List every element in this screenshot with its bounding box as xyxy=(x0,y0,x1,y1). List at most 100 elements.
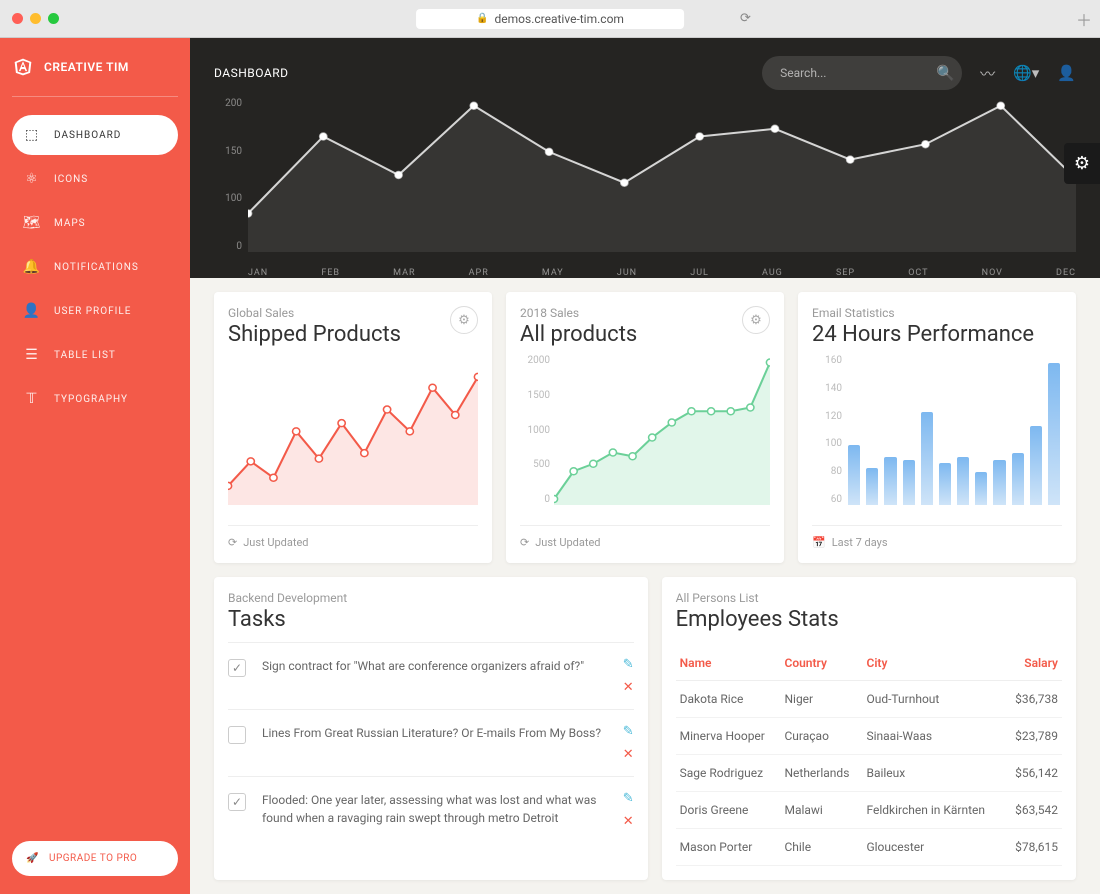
new-tab-button[interactable]: ＋ xyxy=(1076,7,1092,31)
task-checkbox[interactable] xyxy=(228,793,246,811)
table-header: City xyxy=(862,646,1004,681)
task-row: Sign contract for "What are conference o… xyxy=(228,642,634,709)
bar xyxy=(993,460,1005,505)
bar xyxy=(1048,363,1060,506)
search-box[interactable]: 🔍 xyxy=(762,56,962,90)
globe-icon[interactable]: 🌐▾ xyxy=(1013,64,1039,82)
card-overline: Global Sales xyxy=(228,306,401,320)
sidebar-nav: ⬚DASHBOARD⚛ICONS 🗺 MAPS 🔔NOTIFICATIONS 👤 USER… xyxy=(12,115,178,419)
close-window-icon[interactable] xyxy=(12,13,23,24)
bar xyxy=(884,457,896,505)
nav-icon: ⚛ xyxy=(24,171,40,187)
table-cell: Baileux xyxy=(862,755,1004,792)
table-row: Mason PorterChileGloucester$78,615 xyxy=(676,829,1062,866)
sidebar-item-maps[interactable]: 🗺 MAPS xyxy=(12,203,178,243)
nav-label: USER PROFILE xyxy=(54,306,131,317)
bar xyxy=(848,445,860,505)
delete-icon[interactable]: ✕ xyxy=(623,747,634,762)
table-header: Name xyxy=(676,646,781,681)
table-row: Dakota RiceNigerOud-Turnhout$36,738 xyxy=(676,681,1062,718)
upgrade-label: UPGRADE TO PRO xyxy=(49,853,137,864)
activity-icon[interactable]: 〰 xyxy=(980,63,995,84)
task-checkbox[interactable] xyxy=(228,659,246,677)
card-tasks: Backend Development Tasks Sign contract … xyxy=(214,577,648,880)
nav-icon: 👤 xyxy=(24,303,40,319)
url-bar[interactable]: 🔒 demos.creative-tim.com xyxy=(416,9,684,29)
card-overline: Email Statistics xyxy=(812,306,1062,320)
table-cell: Doris Greene xyxy=(676,792,781,829)
rocket-icon: 🚀 xyxy=(26,853,39,864)
sidebar-item-notifications[interactable]: 🔔NOTIFICATIONS xyxy=(12,247,178,287)
sidebar-item-icons[interactable]: ⚛ICONS xyxy=(12,159,178,199)
card-title: All products xyxy=(520,322,637,347)
sidebar-item-typography[interactable]: 𝕋 TYPOGRAPHY xyxy=(12,379,178,419)
card-overline: All Persons List xyxy=(676,591,1062,605)
table-row: Minerva HooperCuraçaoSinaai-Waas$23,789 xyxy=(676,718,1062,755)
delete-icon[interactable]: ✕ xyxy=(623,680,634,695)
card-overline: 2018 Sales xyxy=(520,306,637,320)
nav-label: MAPS xyxy=(54,218,86,229)
gear-icon[interactable]: ⚙ xyxy=(742,306,770,334)
search-icon[interactable]: 🔍 xyxy=(936,64,955,82)
nav-icon: ☰ xyxy=(24,347,40,363)
lock-icon: 🔒 xyxy=(476,13,488,24)
card-title: Shipped Products xyxy=(228,322,401,347)
table-cell: Malawi xyxy=(780,792,862,829)
card-title: Employees Stats xyxy=(676,607,1062,632)
table-cell: $78,615 xyxy=(1005,829,1062,866)
task-row: Flooded: One year later, assessing what … xyxy=(228,776,634,843)
nav-icon: ⬚ xyxy=(24,127,40,143)
table-cell: $23,789 xyxy=(1005,718,1062,755)
topbar: DASHBOARD 🔍 〰 🌐▾ 👤 2001501000 JANFEBMARA… xyxy=(190,38,1100,278)
table-row: Sage RodriguezNetherlandsBaileux$56,142 xyxy=(676,755,1062,792)
settings-float-button[interactable]: ⚙ xyxy=(1064,143,1100,184)
sidebar: CREATIVE TIM ⬚DASHBOARD⚛ICONS 🗺 MAPS 🔔NOTIF… xyxy=(0,38,190,894)
card-all-products: 2018 Sales All products ⚙ 20001500100050… xyxy=(506,292,784,563)
nav-icon: 𝕋 xyxy=(24,391,40,407)
nav-label: TYPOGRAPHY xyxy=(54,394,128,405)
calendar-icon: 📅 xyxy=(812,536,826,549)
table-header: Salary xyxy=(1005,646,1062,681)
sidebar-item-table-list[interactable]: ☰TABLE LIST xyxy=(12,335,178,375)
table-cell: Gloucester xyxy=(862,829,1004,866)
table-header: Country xyxy=(780,646,862,681)
minimize-window-icon[interactable] xyxy=(30,13,41,24)
sidebar-item-dashboard[interactable]: ⬚DASHBOARD xyxy=(12,115,178,155)
table-cell: Sage Rodriguez xyxy=(676,755,781,792)
task-checkbox[interactable] xyxy=(228,726,246,744)
brand[interactable]: CREATIVE TIM xyxy=(12,56,178,97)
table-cell: Chile xyxy=(780,829,862,866)
table-cell: Oud-Turnhout xyxy=(862,681,1004,718)
angular-logo-icon xyxy=(12,56,34,78)
table-cell: $36,738 xyxy=(1005,681,1062,718)
delete-icon[interactable]: ✕ xyxy=(623,814,634,829)
edit-icon[interactable]: ✎ xyxy=(623,657,634,672)
edit-icon[interactable]: ✎ xyxy=(623,724,634,739)
main-chart: 2001501000 JANFEBMARAPRMAYJUNJULAUGSEPOC… xyxy=(214,98,1076,278)
table-cell: $63,542 xyxy=(1005,792,1062,829)
table-cell: Feldkirchen in Kärnten xyxy=(862,792,1004,829)
browser-chrome: 🔒 demos.creative-tim.com ⟳ ＋ xyxy=(0,0,1100,38)
maximize-window-icon[interactable] xyxy=(48,13,59,24)
table-cell: $56,142 xyxy=(1005,755,1062,792)
search-input[interactable] xyxy=(780,66,936,80)
nav-icon: 🗺 xyxy=(24,215,40,231)
edit-icon[interactable]: ✎ xyxy=(623,791,634,806)
refresh-icon[interactable]: ⟳ xyxy=(740,11,751,26)
card-employees: All Persons List Employees Stats NameCou… xyxy=(662,577,1076,880)
user-icon[interactable]: 👤 xyxy=(1057,64,1076,82)
sidebar-item-user-profile[interactable]: 👤 USER PROFILE xyxy=(12,291,178,331)
task-text: Flooded: One year later, assessing what … xyxy=(262,791,607,827)
card-title: 24 Hours Performance xyxy=(812,322,1062,347)
window-controls xyxy=(12,13,59,24)
upgrade-button[interactable]: 🚀 UPGRADE TO PRO xyxy=(12,841,178,876)
table-cell: Niger xyxy=(780,681,862,718)
card-title: Tasks xyxy=(228,607,634,632)
gear-icon[interactable]: ⚙ xyxy=(450,306,478,334)
task-row: Lines From Great Russian Literature? Or … xyxy=(228,709,634,776)
page-title: DASHBOARD xyxy=(214,66,288,80)
refresh-icon: ⟳ xyxy=(520,536,529,549)
bar xyxy=(939,463,951,505)
nav-icon: 🔔 xyxy=(24,259,40,275)
card-foot-text: Just Updated xyxy=(243,536,308,549)
